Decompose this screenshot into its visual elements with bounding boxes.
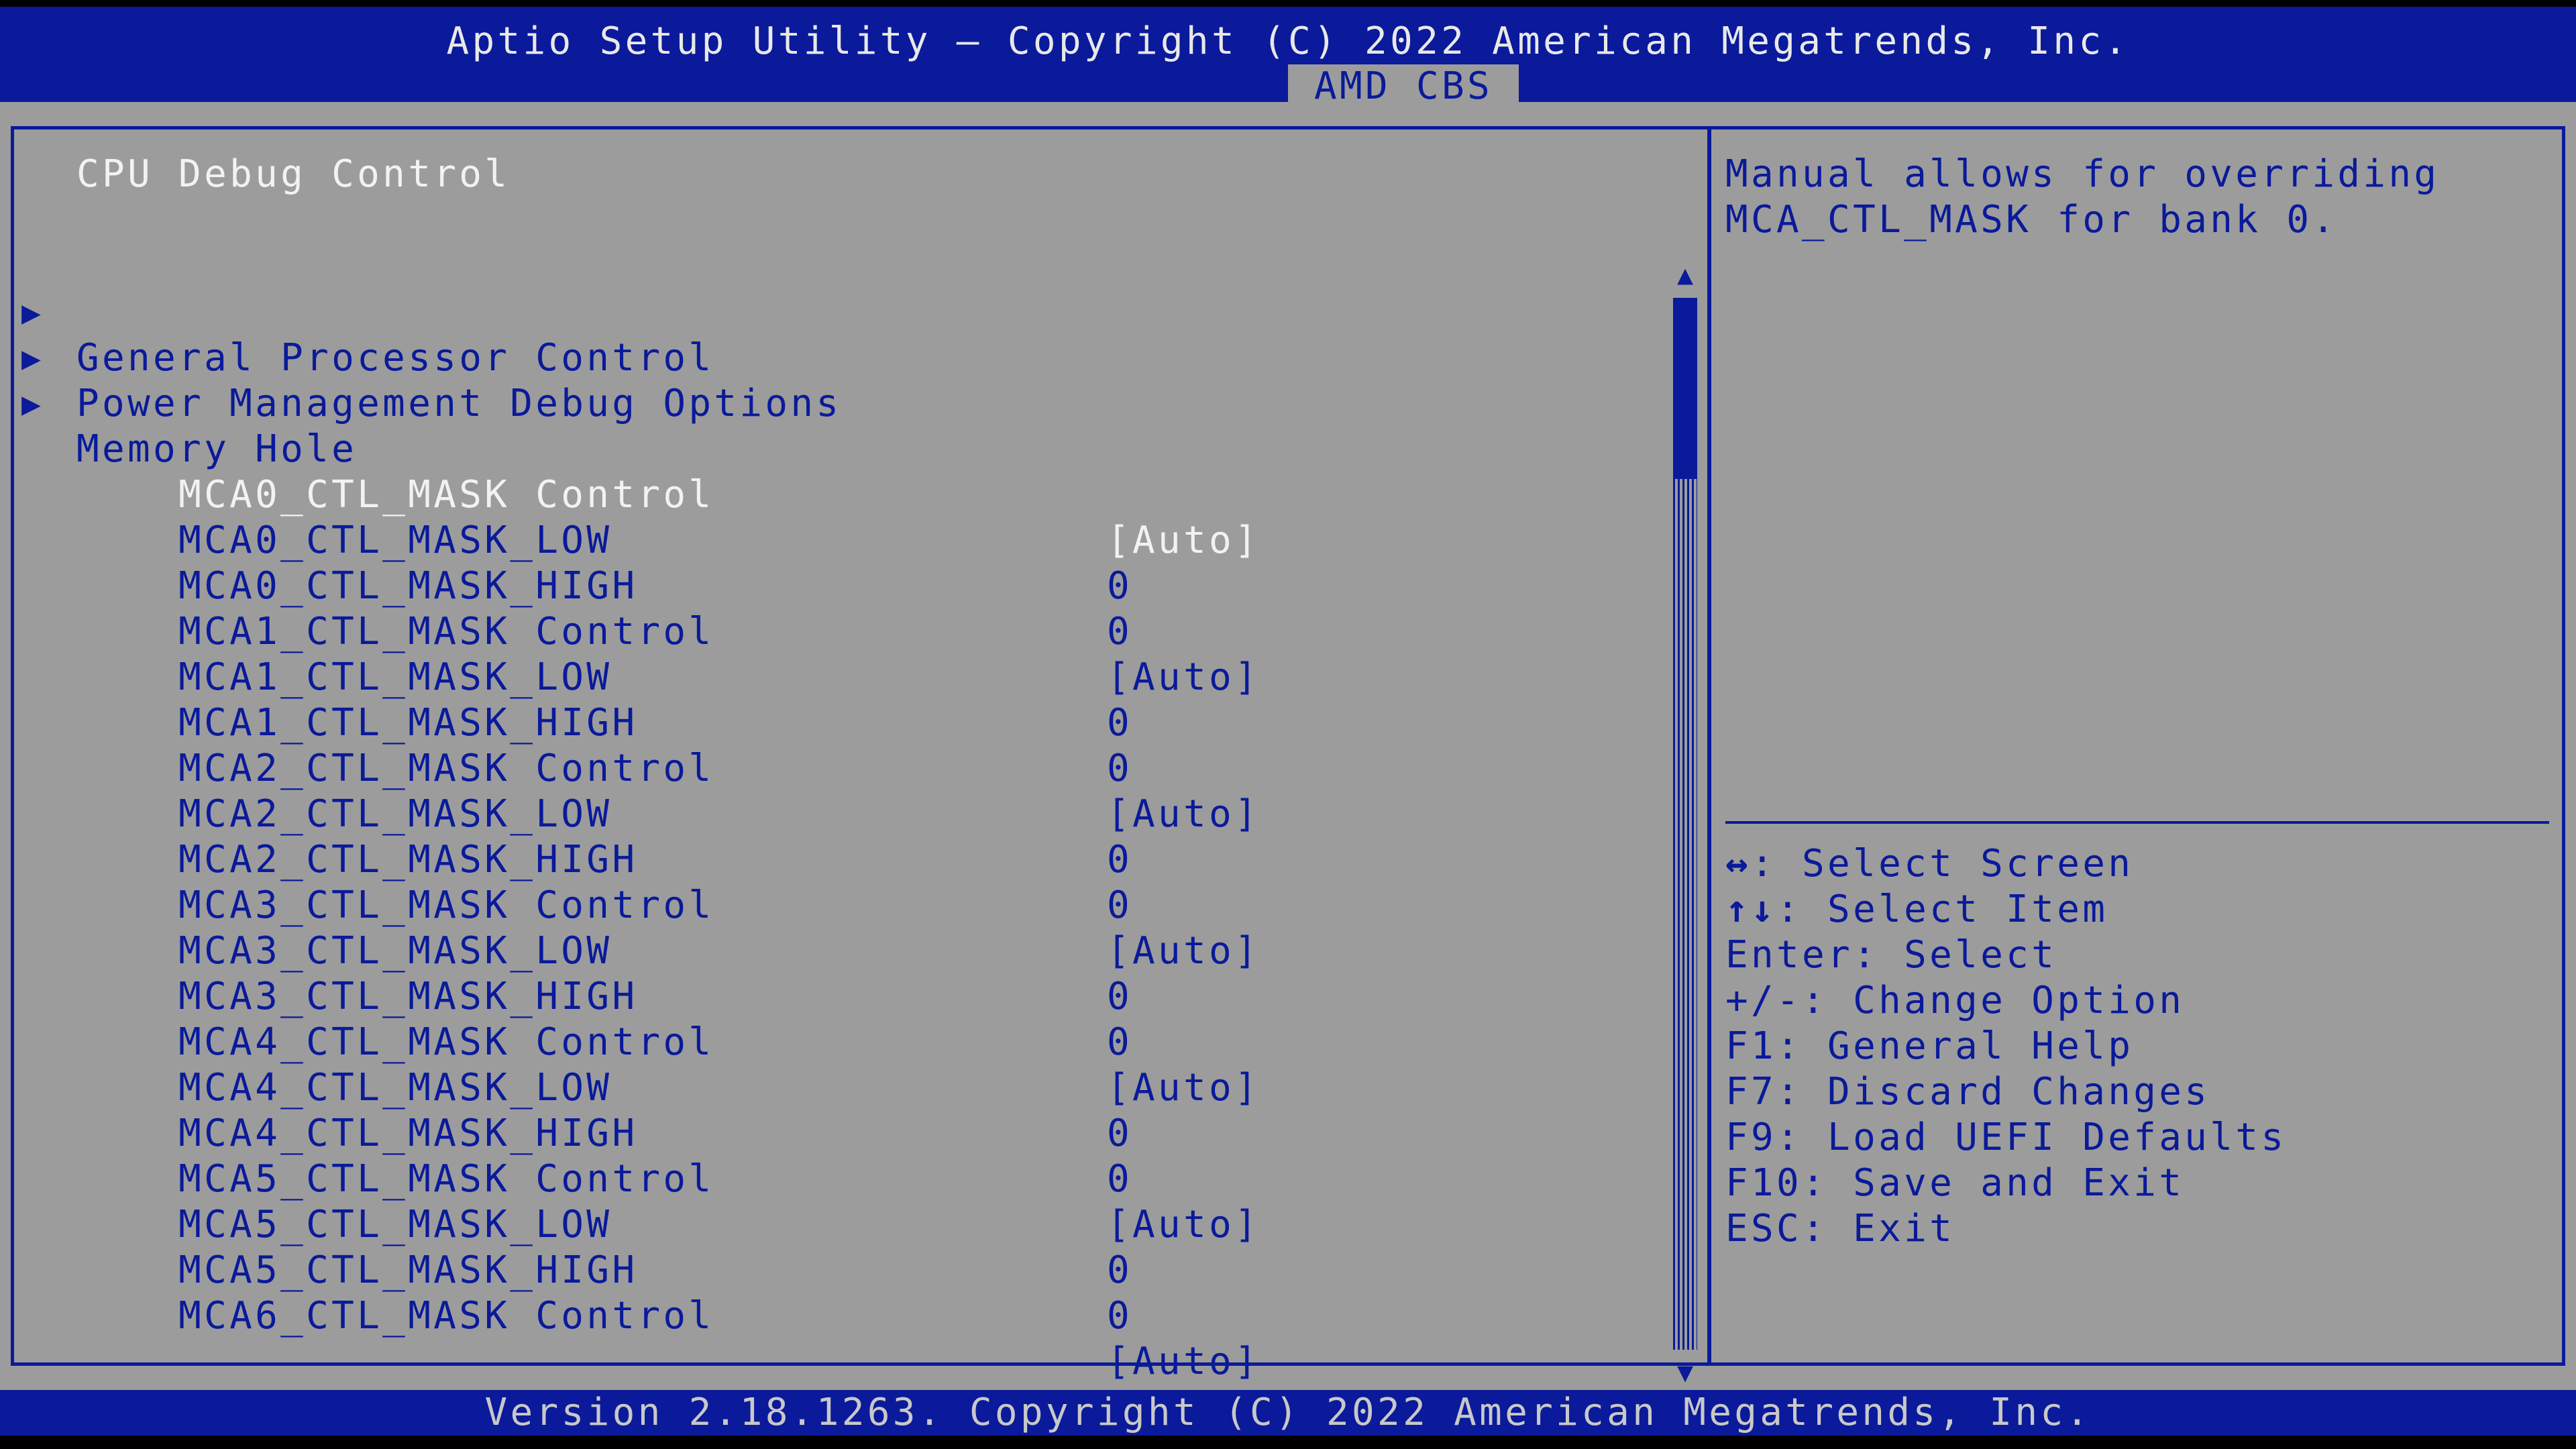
footer-version: Version 2.18.1263. Copyright (C) 2022 Am…: [0, 1390, 2576, 1436]
setting-label: MCA6_CTL_MASK Control: [178, 1294, 714, 1338]
setting-row[interactable]: MCA0_CTL_MASK_LOW 0: [76, 472, 1619, 608]
setting-row[interactable]: MCA6_CTL_MASK Control [Auto]: [76, 1248, 1619, 1383]
left-right-arrow-icon: ↔: [1725, 842, 1752, 885]
setting-row[interactable]: MCA2_CTL_MASK_LOW 0: [76, 746, 1619, 881]
scroll-down-arrow-icon[interactable]: ▼: [1670, 1358, 1700, 1387]
key-legend-discard-changes: F7: Discard Changes: [1725, 1069, 2210, 1115]
key-legend-text: : Load UEFI Defaults: [1776, 1116, 2287, 1159]
setting-row[interactable]: MCA2_CTL_MASK Control [Auto]: [76, 700, 1619, 836]
setting-row[interactable]: MCA1_CTL_MASK_LOW 0: [76, 609, 1619, 745]
key-label: Enter: [1725, 933, 1854, 977]
submenu-power-management-debug-options[interactable]: ▶ Power Management Debug Options: [0, 290, 939, 425]
key-label: F9: [1725, 1116, 1777, 1159]
setting-row[interactable]: MCA3_CTL_MASK_HIGH 0: [76, 928, 1619, 1064]
key-legend-select-item: ↑↓: Select Item: [1725, 887, 2108, 932]
key-legend-text: : Discard Changes: [1776, 1070, 2210, 1114]
key-legend-exit: ESC: Exit: [1725, 1206, 1955, 1252]
help-text-line: Manual allows for overriding: [1725, 152, 2440, 196]
key-label: ESC: [1725, 1207, 1803, 1250]
setting-row[interactable]: MCA3_CTL_MASK_LOW 0: [76, 883, 1619, 1018]
setting-row[interactable]: MCA0_CTL_MASK_HIGH 0: [76, 518, 1619, 653]
main-area: CPU Debug Control ▶ General Processor Co…: [0, 102, 2576, 1390]
key-legend-text: : Select: [1853, 933, 2057, 977]
key-label: F10: [1725, 1161, 1803, 1205]
key-legend-enter: Enter: Select: [1725, 932, 2057, 978]
setting-row[interactable]: MCA4_CTL_MASK_HIGH 0: [76, 1065, 1619, 1201]
submenu-general-processor-control[interactable]: ▶ General Processor Control: [0, 244, 939, 380]
help-divider: [1725, 821, 2549, 824]
help-text-line: MCA_CTL_MASK for bank 0.: [1725, 198, 2338, 241]
setting-row[interactable]: MCA4_CTL_MASK Control [Auto]: [76, 974, 1619, 1110]
key-legend-text: : Save and Exit: [1802, 1161, 2185, 1205]
scroll-up-arrow-icon[interactable]: ▲: [1670, 260, 1700, 290]
setting-row[interactable]: MCA3_CTL_MASK Control [Auto]: [76, 837, 1619, 973]
setting-row[interactable]: MCA5_CTL_MASK_HIGH 0: [76, 1202, 1619, 1338]
setting-row[interactable]: MCA2_CTL_MASK_HIGH 0: [76, 792, 1619, 927]
submenu-label: Power Management Debug Options: [76, 382, 842, 425]
setting-row[interactable]: MCA1_CTL_MASK Control [Auto]: [76, 564, 1619, 699]
setting-value[interactable]: [Auto]: [1107, 1339, 1260, 1385]
key-legend-load-defaults: F9: Load UEFI Defaults: [1725, 1115, 2286, 1161]
submenu-arrow-icon: ▶: [21, 385, 44, 423]
setting-value[interactable]: 0: [1107, 1293, 1132, 1339]
key-legend-text: : General Help: [1776, 1024, 2134, 1068]
setting-row[interactable]: MCA4_CTL_MASK_LOW 0: [76, 1020, 1619, 1155]
key-legend-save-exit: F10: Save and Exit: [1725, 1161, 2184, 1206]
key-label: F7: [1725, 1070, 1777, 1114]
scrollbar-thumb[interactable]: [1673, 298, 1697, 479]
key-legend-change-option: +/-: Change Option: [1725, 978, 2184, 1024]
key-legend-text: : Select Item: [1776, 888, 2108, 931]
setting-row-mca0-ctl-mask-control[interactable]: MCA0_CTL_MASK Control [Auto]: [76, 427, 1619, 562]
up-down-arrow-icon: ↑↓: [1725, 888, 1777, 931]
setting-row[interactable]: MCA5_CTL_MASK_LOW 0: [76, 1157, 1619, 1292]
submenu-memory-hole[interactable]: ▶ Memory Hole: [0, 335, 939, 471]
key-legend-text: : Change Option: [1802, 979, 2185, 1022]
header-bar: Aptio Setup Utility – Copyright (C) 2022…: [0, 7, 2576, 109]
key-legend-text: : Exit: [1802, 1207, 1955, 1250]
page-title: CPU Debug Control: [76, 152, 511, 196]
key-legend-text: : Select Screen: [1751, 842, 2134, 885]
key-label: +/-: [1725, 979, 1803, 1022]
key-legend-select-screen: ↔: Select Screen: [1725, 841, 2133, 887]
setting-row[interactable]: MCA1_CTL_MASK_HIGH 0: [76, 655, 1619, 790]
key-label: F1: [1725, 1024, 1777, 1068]
app-title: Aptio Setup Utility – Copyright (C) 2022…: [446, 19, 2130, 63]
key-legend-general-help: F1: General Help: [1725, 1024, 2133, 1069]
setting-row[interactable]: MCA5_CTL_MASK Control [Auto]: [76, 1111, 1619, 1246]
